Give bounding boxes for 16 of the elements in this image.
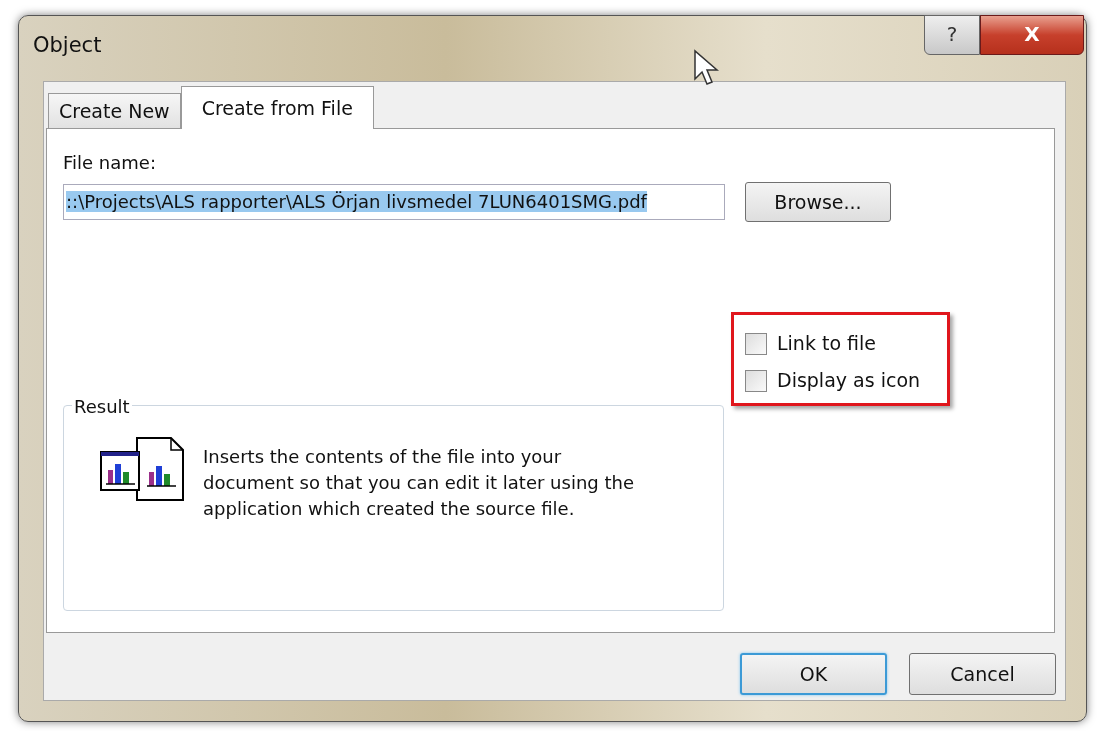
file-name-field[interactable]: ::\Projects\ALS rapporter\ALS Örjan livsmedel 7LUN6401SMG.pdf	[63, 184, 725, 220]
tab[interactable]: Create New	[48, 93, 181, 128]
window-title: Object	[33, 33, 102, 57]
checkbox[interactable]	[745, 369, 767, 392]
checkbox-label: Link to file	[777, 331, 876, 357]
dialog-button[interactable]: OK	[740, 653, 887, 695]
field-label: File name:	[63, 151, 156, 175]
browse-button[interactable]: Browse...	[745, 182, 891, 222]
embedded-file-icon	[99, 436, 185, 502]
checkbox-label: Display as icon	[777, 368, 921, 394]
close-button[interactable]: X	[980, 15, 1084, 55]
help-button[interactable]: ?	[924, 15, 980, 55]
checkbox[interactable]	[745, 332, 767, 355]
result-description: Inserts the contents of the file into your document so that you can edit it later using the application which created the source file.	[203, 445, 635, 521]
tab[interactable]: Create from File	[180, 86, 374, 129]
dialog-button[interactable]: Cancel	[909, 653, 1056, 695]
